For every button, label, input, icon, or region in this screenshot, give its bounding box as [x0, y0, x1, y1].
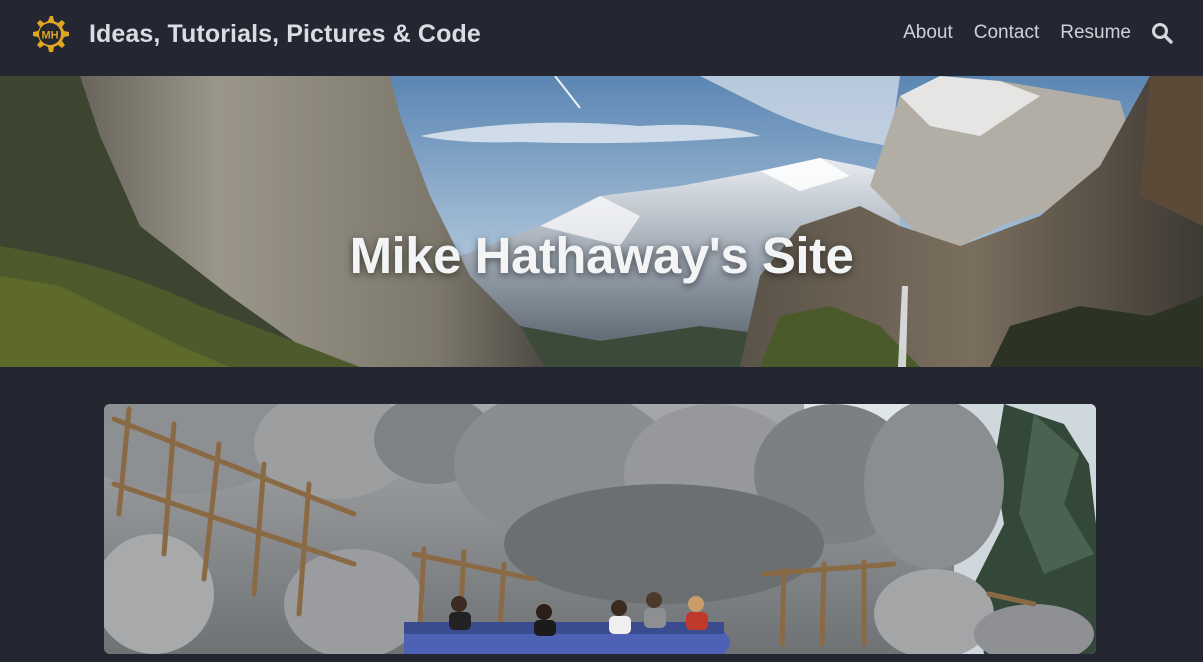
site-header: MH Ideas, Tutorials, Pictures & Code Abo… [0, 0, 1203, 76]
hero-banner: Mike Hathaway's Site [0, 76, 1203, 367]
logo-text: MH [41, 30, 58, 42]
hero-title: Mike Hathaway's Site [349, 227, 854, 285]
nav-contact-link[interactable]: Contact [974, 20, 1039, 46]
site-title: Ideas, Tutorials, Pictures & Code [89, 20, 481, 48]
main-nav: About Contact Resume [882, 20, 1173, 46]
search-icon[interactable] [1151, 22, 1173, 44]
logo-gear-icon: MH [33, 16, 69, 52]
nav-resume-link[interactable]: Resume [1060, 20, 1131, 46]
brand-link[interactable]: MH Ideas, Tutorials, Pictures & Code [30, 14, 481, 54]
nav-about-link[interactable]: About [903, 20, 953, 46]
hero-landscape-image [0, 76, 1203, 367]
featured-post-card[interactable] [104, 404, 1096, 654]
featured-rollercoaster-image [104, 404, 1096, 654]
